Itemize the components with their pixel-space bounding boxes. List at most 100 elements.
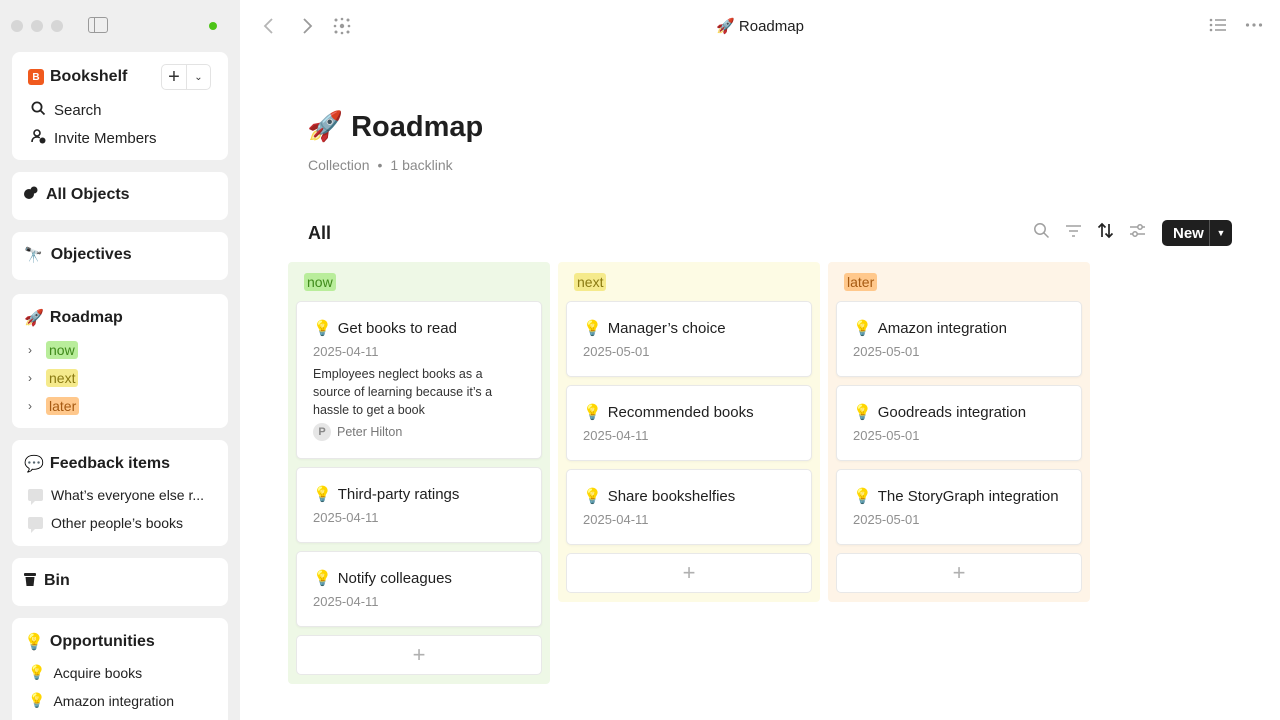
forward-arrow-icon[interactable] bbox=[300, 14, 314, 44]
lightbulb-icon: 💡 bbox=[853, 320, 872, 337]
minimize-window-button[interactable] bbox=[31, 20, 43, 32]
add-card-button[interactable]: + bbox=[296, 635, 542, 675]
owner-name: Peter Hilton bbox=[337, 425, 403, 439]
search-button[interactable]: Search bbox=[30, 101, 102, 119]
invite-members-label: Invite Members bbox=[54, 129, 157, 147]
rocket-icon: 🚀 bbox=[716, 18, 735, 35]
card-date: 2025-05-01 bbox=[583, 344, 650, 359]
sidebar-item-later[interactable]: › later bbox=[28, 397, 80, 415]
chevron-right-icon[interactable]: › bbox=[28, 371, 38, 385]
card-owner: P Peter Hilton bbox=[313, 423, 402, 441]
telescope-icon: 🔭 bbox=[24, 247, 43, 264]
add-card-button[interactable]: + bbox=[566, 553, 812, 593]
sidebar-toggle-icon[interactable] bbox=[88, 17, 108, 33]
plus-icon: + bbox=[952, 560, 966, 585]
lightbulb-icon: 💡 bbox=[583, 320, 602, 337]
view-selector[interactable]: All bbox=[308, 223, 331, 244]
graph-icon[interactable] bbox=[333, 17, 351, 41]
search-icon[interactable] bbox=[1033, 222, 1050, 244]
zoom-window-button[interactable] bbox=[51, 20, 63, 32]
opportunities-link[interactable]: 💡 Opportunities bbox=[24, 632, 155, 652]
board-column-now: now 💡 Get books to read 2025-04-11 Employ… bbox=[288, 262, 550, 684]
sidebar-item-opportunity[interactable]: 💡 Acquire books bbox=[28, 664, 142, 681]
bin-label: Bin bbox=[44, 572, 70, 589]
chevron-down-icon: ⌄ bbox=[194, 71, 203, 83]
board-card[interactable]: 💡 Share bookshelfies 2025-04-11 bbox=[566, 469, 812, 545]
lightbulb-icon: 💡 bbox=[853, 488, 872, 505]
opportunity-label: Amazon integration bbox=[53, 692, 175, 709]
new-button[interactable]: New bbox=[1162, 225, 1209, 242]
sidebar-item-feedback[interactable]: Other people’s books bbox=[28, 515, 183, 533]
search-icon bbox=[30, 101, 46, 119]
back-arrow-icon[interactable] bbox=[262, 14, 276, 44]
plus-icon: + bbox=[682, 560, 696, 585]
chevron-right-icon[interactable]: › bbox=[28, 343, 38, 357]
lightbulb-icon: 💡 bbox=[24, 634, 44, 651]
sidebar-item-next[interactable]: › next bbox=[28, 369, 79, 387]
objectives-label: Objectives bbox=[50, 246, 132, 263]
sort-icon[interactable] bbox=[1097, 222, 1114, 244]
rocket-icon: 🚀 bbox=[307, 111, 344, 143]
feedback-item-label: What’s everyone else r... bbox=[51, 487, 205, 503]
sidebar-item-opportunity[interactable]: 💡 Amazon integration bbox=[28, 692, 174, 709]
sidebar-item-feedback[interactable]: What’s everyone else r... bbox=[28, 487, 205, 505]
card-title: Goodreads integration bbox=[877, 403, 1027, 421]
board-card[interactable]: 💡 Goodreads integration 2025-05-01 bbox=[836, 385, 1082, 461]
card-date: 2025-04-11 bbox=[583, 428, 649, 443]
invite-members-button[interactable]: Invite Members bbox=[30, 129, 157, 147]
objectives-card[interactable]: 🔭 Objectives bbox=[12, 232, 228, 280]
card-date: 2025-04-11 bbox=[313, 510, 379, 525]
chevron-right-icon[interactable]: › bbox=[28, 399, 38, 413]
outline-list-icon[interactable] bbox=[1209, 17, 1227, 38]
close-window-button[interactable] bbox=[11, 20, 23, 32]
board-card[interactable]: 💡 Notify colleagues 2025-04-11 bbox=[296, 551, 542, 627]
feedback-section: 💬 Feedback items What’s everyone else r.… bbox=[12, 440, 228, 546]
window-controls bbox=[11, 20, 63, 32]
add-object-button[interactable]: + bbox=[161, 64, 187, 90]
bin-card[interactable]: Bin bbox=[12, 558, 228, 606]
add-options-button[interactable]: ⌄ bbox=[187, 64, 211, 90]
board-card[interactable]: 💡 Third-party ratings 2025-04-11 bbox=[296, 467, 542, 543]
bin-icon bbox=[24, 572, 36, 590]
person-add-icon bbox=[30, 129, 46, 147]
roadmap-label: Roadmap bbox=[49, 309, 123, 326]
tag-next: next bbox=[46, 369, 79, 387]
lightbulb-icon: 💡 bbox=[28, 692, 46, 708]
online-status-indicator bbox=[209, 22, 217, 30]
board-card[interactable]: 💡 Amazon integration 2025-05-01 bbox=[836, 301, 1082, 377]
board-card[interactable]: 💡 The StoryGraph integration 2025-05-01 bbox=[836, 469, 1082, 545]
add-card-button[interactable]: + bbox=[836, 553, 1082, 593]
opportunity-label: Acquire books bbox=[53, 664, 143, 681]
more-options-icon[interactable] bbox=[1245, 16, 1263, 39]
card-date: 2025-05-01 bbox=[853, 428, 920, 443]
chevron-down-icon: ▼ bbox=[1216, 228, 1226, 238]
board-card[interactable]: 💡 Manager’s choice 2025-05-01 bbox=[566, 301, 812, 377]
column-tag[interactable]: now bbox=[304, 273, 336, 291]
page-title[interactable]: 🚀 Roadmap bbox=[307, 110, 483, 144]
roadmap-link[interactable]: 🚀 Roadmap bbox=[24, 308, 123, 328]
workspace-switcher[interactable]: B Bookshelf bbox=[28, 68, 127, 86]
all-objects-card[interactable]: All Objects bbox=[12, 172, 228, 220]
sidebar-item-now[interactable]: › now bbox=[28, 341, 78, 359]
lightbulb-icon: 💡 bbox=[28, 664, 46, 680]
lightbulb-icon: 💡 bbox=[853, 404, 872, 421]
settings-sliders-icon[interactable] bbox=[1129, 222, 1146, 244]
card-title: Notify colleagues bbox=[337, 569, 452, 587]
new-options-button[interactable]: ▼ bbox=[1209, 220, 1232, 246]
avatar: P bbox=[313, 423, 331, 441]
board-card[interactable]: 💡 Get books to read 2025-04-11 Employees … bbox=[296, 301, 542, 459]
plus-icon: + bbox=[412, 642, 426, 667]
card-date: 2025-05-01 bbox=[853, 512, 920, 527]
page-title-text[interactable]: Roadmap bbox=[351, 111, 483, 144]
column-tag[interactable]: later bbox=[844, 273, 878, 291]
objects-icon bbox=[24, 186, 38, 204]
feedback-link[interactable]: 💬 Feedback items bbox=[24, 454, 170, 474]
backlinks-link[interactable]: 1 backlink bbox=[390, 157, 452, 173]
filter-icon[interactable] bbox=[1065, 222, 1082, 244]
board-card[interactable]: 💡 Recommended books 2025-04-11 bbox=[566, 385, 812, 461]
tag-now: now bbox=[46, 341, 78, 359]
window-title: 🚀 Roadmap bbox=[640, 17, 880, 35]
column-tag[interactable]: next bbox=[574, 273, 607, 291]
feedback-label: Feedback items bbox=[49, 455, 170, 472]
comment-icon bbox=[28, 517, 43, 533]
